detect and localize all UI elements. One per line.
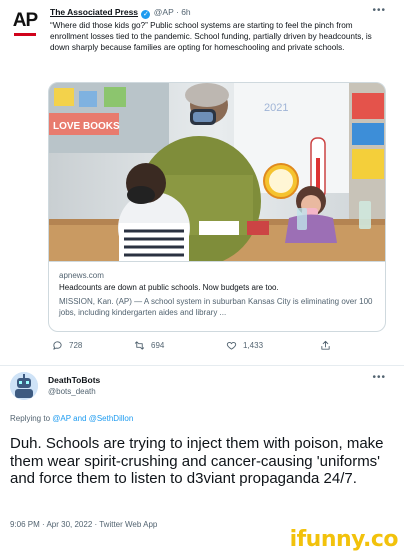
screenshot: AP The Associated Press ✓ @AP · 6h ••• “… [0, 0, 404, 557]
quoted-tweet-header: The Associated Press ✓ @AP · 6h [50, 7, 191, 19]
reply-timestamp[interactable]: 9:06 PM · Apr 30, 2022 · Twitter Web App [10, 520, 157, 529]
retweet-count: 694 [151, 341, 165, 350]
link-card[interactable]: 2021 LOVE BOOKS apnews.com Headcounts ar… [48, 82, 386, 332]
card-description: MISSION, Kan. (AP) — A school system in … [59, 297, 373, 317]
reply-author-handle[interactable]: @bots_death [48, 387, 96, 396]
retweet-action[interactable]: 694 [134, 340, 164, 351]
svg-text:LOVE BOOKS: LOVE BOOKS [53, 121, 120, 132]
reply-tweet-text: Duh. Schools are trying to inject them w… [10, 435, 384, 487]
reply-author-name[interactable]: DeathToBots [48, 375, 100, 385]
like-action[interactable]: 1,433 [226, 340, 263, 351]
reply-action[interactable]: 728 [52, 340, 82, 351]
replying-mentions[interactable]: @AP and @SethDillon [52, 414, 133, 423]
author-name[interactable]: The Associated Press [50, 7, 138, 17]
ap-logo[interactable]: AP [10, 8, 40, 36]
more-options-icon[interactable]: ••• [372, 372, 386, 383]
tweet-actions: 728 694 1,433 [48, 340, 348, 354]
svg-text:2021: 2021 [264, 102, 288, 114]
card-body[interactable]: apnews.com Headcounts are down at public… [49, 261, 385, 331]
card-title: Headcounts are down at public schools. N… [59, 283, 279, 292]
quoted-tweet[interactable]: AP The Associated Press ✓ @AP · 6h ••• “… [0, 0, 404, 365]
reply-icon [53, 341, 62, 350]
reply-count: 728 [69, 341, 83, 350]
robot-avatar-icon [10, 372, 38, 400]
share-icon [321, 340, 330, 350]
tweet-text: “Where did those kids go?” Public school… [50, 21, 372, 52]
card-domain: apnews.com [59, 271, 104, 280]
card-image[interactable]: 2021 LOVE BOOKS [49, 83, 385, 261]
separator-dot: · [175, 7, 179, 17]
classroom-photo: 2021 LOVE BOOKS [49, 83, 385, 261]
ifunny-watermark: ifunny.co [289, 527, 399, 552]
author-handle[interactable]: @AP [154, 7, 174, 17]
verified-badge-icon: ✓ [141, 10, 151, 19]
avatar[interactable] [10, 372, 38, 400]
share-action[interactable] [320, 340, 337, 351]
heart-icon [226, 342, 237, 350]
replying-prefix: Replying to [10, 414, 51, 423]
like-count: 1,433 [243, 341, 264, 350]
retweet-icon [134, 341, 145, 350]
more-options-icon[interactable]: ••• [372, 5, 386, 16]
reply-tweet[interactable]: DeathToBots @bots_death ••• Replying to … [0, 365, 404, 532]
replying-to: Replying to @AP and @SethDillon [10, 414, 133, 423]
tweet-time[interactable]: 6h [181, 7, 190, 17]
